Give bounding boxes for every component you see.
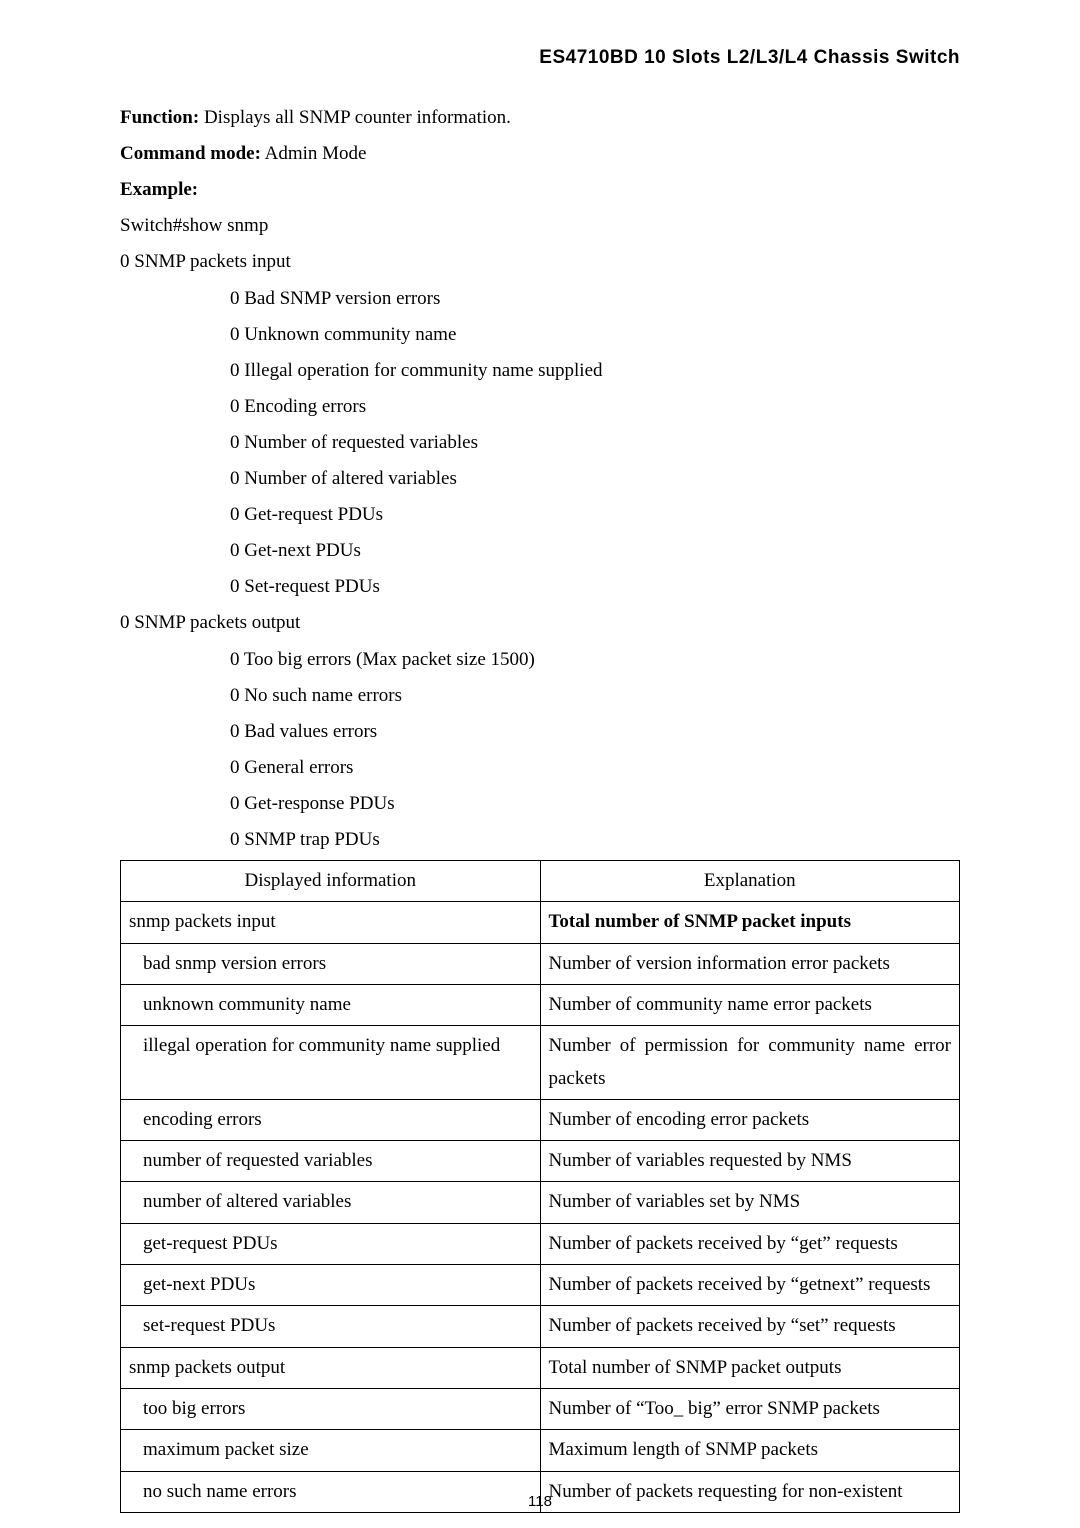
table-row: maximum packet size Maximum length of SN… bbox=[121, 1430, 960, 1471]
cli-output-2: 0 No such name errors bbox=[120, 678, 960, 714]
cli-output-6: 0 SNMP trap PDUs bbox=[120, 822, 960, 858]
cli-input-4: 0 Encoding errors bbox=[120, 389, 960, 425]
page-content: ES4710BD 10 Slots L2/L3/L4 Chassis Switc… bbox=[0, 0, 1080, 1513]
example-label: Example: bbox=[120, 172, 960, 208]
cell-left: get-next PDUs bbox=[121, 1265, 541, 1306]
cell-text: illegal operation for community name sup… bbox=[129, 1030, 500, 1062]
table-row: bad snmp version errors Number of versio… bbox=[121, 943, 960, 984]
cli-input-9: 0 Set-request PDUs bbox=[120, 569, 960, 605]
cell-text: unknown community name bbox=[129, 989, 351, 1021]
cell-text: maximum packet size bbox=[129, 1434, 309, 1466]
info-table: Displayed information Explanation snmp p… bbox=[120, 860, 960, 1513]
cell-right: Number of encoding error packets bbox=[540, 1099, 960, 1140]
cell-left: number of altered variables bbox=[121, 1182, 541, 1223]
cli-input-5: 0 Number of requested variables bbox=[120, 425, 960, 461]
cell-left: unknown community name bbox=[121, 984, 541, 1025]
cell-right: Number of packets received by “set” requ… bbox=[540, 1306, 960, 1347]
cell-left: bad snmp version errors bbox=[121, 943, 541, 984]
cell-right: Total number of SNMP packet outputs bbox=[540, 1347, 960, 1388]
cell-left: maximum packet size bbox=[121, 1430, 541, 1471]
table-row: get-next PDUs Number of packets received… bbox=[121, 1265, 960, 1306]
cell-left: set-request PDUs bbox=[121, 1306, 541, 1347]
table-row: number of requested variables Number of … bbox=[121, 1141, 960, 1182]
table-row: snmp packets output Total number of SNMP… bbox=[121, 1347, 960, 1388]
cli-input-2: 0 Unknown community name bbox=[120, 317, 960, 353]
cli-input-1: 0 Bad SNMP version errors bbox=[120, 281, 960, 317]
table-row: set-request PDUs Number of packets recei… bbox=[121, 1306, 960, 1347]
command-mode-label: Command mode: bbox=[120, 143, 261, 164]
command-mode-text: Admin Mode bbox=[261, 143, 367, 164]
cell-text: bad snmp version errors bbox=[129, 948, 326, 980]
table-row: number of altered variables Number of va… bbox=[121, 1182, 960, 1223]
cell-right: Number of variables requested by NMS bbox=[540, 1141, 960, 1182]
cell-text: get-request PDUs bbox=[129, 1228, 278, 1260]
cell-left: too big errors bbox=[121, 1388, 541, 1429]
cell-text: number of altered variables bbox=[129, 1186, 351, 1218]
table-row: too big errors Number of “Too_ big” erro… bbox=[121, 1388, 960, 1429]
command-mode-line: Command mode: Admin Mode bbox=[120, 136, 960, 172]
cell-right: Number of “Too_ big” error SNMP packets bbox=[540, 1388, 960, 1429]
header-displayed-info: Displayed information bbox=[121, 861, 541, 902]
cli-line-2: 0 SNMP packets input bbox=[120, 244, 960, 280]
cell-left: get-request PDUs bbox=[121, 1223, 541, 1264]
cli-line-3: 0 SNMP packets output bbox=[120, 605, 960, 641]
cli-line-1: Switch#show snmp bbox=[120, 208, 960, 244]
table-row: unknown community name Number of communi… bbox=[121, 984, 960, 1025]
cli-input-8: 0 Get-next PDUs bbox=[120, 533, 960, 569]
cli-output-5: 0 Get-response PDUs bbox=[120, 786, 960, 822]
cell-left: encoding errors bbox=[121, 1099, 541, 1140]
cell-right: Number of version information error pack… bbox=[540, 943, 960, 984]
table-row: illegal operation for community name sup… bbox=[121, 1026, 960, 1100]
cell-right: Number of packets received by “get” requ… bbox=[540, 1223, 960, 1264]
function-line: Function: Displays all SNMP counter info… bbox=[120, 100, 960, 136]
cell-text: too big errors bbox=[129, 1393, 245, 1425]
cell-text: snmp packets output bbox=[129, 1352, 285, 1384]
cell-text: Total number of SNMP packet inputs bbox=[549, 911, 851, 932]
cli-input-3: 0 Illegal operation for community name s… bbox=[120, 353, 960, 389]
cell-text: number of requested variables bbox=[129, 1145, 373, 1177]
function-label: Function: bbox=[120, 107, 199, 128]
cli-output-1: 0 Too big errors (Max packet size 1500) bbox=[120, 642, 960, 678]
cell-left: snmp packets input bbox=[121, 902, 541, 943]
cell-right: Number of permission for community name … bbox=[540, 1026, 960, 1100]
document-header: ES4710BD 10 Slots L2/L3/L4 Chassis Switc… bbox=[120, 40, 960, 76]
cell-right: Number of variables set by NMS bbox=[540, 1182, 960, 1223]
cli-output-4: 0 General errors bbox=[120, 750, 960, 786]
cell-left: number of requested variables bbox=[121, 1141, 541, 1182]
cli-input-6: 0 Number of altered variables bbox=[120, 461, 960, 497]
cli-output-3: 0 Bad values errors bbox=[120, 714, 960, 750]
cell-left: snmp packets output bbox=[121, 1347, 541, 1388]
table-row: snmp packets input Total number of SNMP … bbox=[121, 902, 960, 943]
cell-right: Number of community name error packets bbox=[540, 984, 960, 1025]
cell-text: get-next PDUs bbox=[129, 1269, 255, 1301]
page-number: 118 bbox=[0, 1493, 1080, 1510]
function-text: Displays all SNMP counter information. bbox=[199, 107, 511, 128]
cell-text: set-request PDUs bbox=[129, 1310, 275, 1342]
cell-text: encoding errors bbox=[129, 1104, 262, 1136]
cli-input-7: 0 Get-request PDUs bbox=[120, 497, 960, 533]
cell-left: illegal operation for community name sup… bbox=[121, 1026, 541, 1100]
table-row: encoding errors Number of encoding error… bbox=[121, 1099, 960, 1140]
cell-text: snmp packets input bbox=[129, 906, 276, 938]
cell-right: Number of packets received by “getnext” … bbox=[540, 1265, 960, 1306]
table-header-row: Displayed information Explanation bbox=[121, 861, 960, 902]
header-explanation: Explanation bbox=[540, 861, 960, 902]
table-row: get-request PDUs Number of packets recei… bbox=[121, 1223, 960, 1264]
cell-right: Total number of SNMP packet inputs bbox=[540, 902, 960, 943]
cell-right: Maximum length of SNMP packets bbox=[540, 1430, 960, 1471]
